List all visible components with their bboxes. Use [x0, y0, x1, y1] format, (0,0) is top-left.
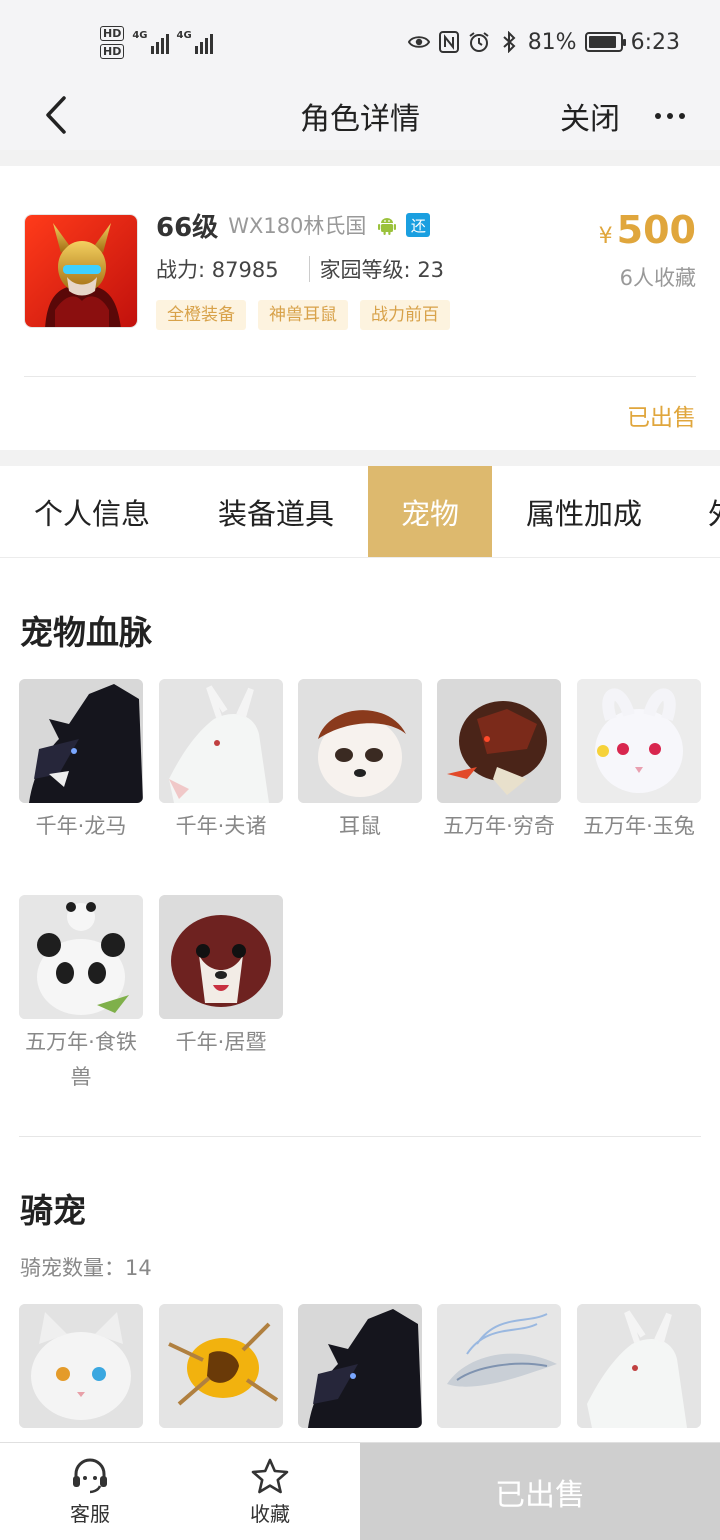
- section-divider: [19, 1136, 701, 1137]
- more-button[interactable]: [648, 94, 692, 138]
- sale-status: 已出售: [627, 405, 696, 431]
- mount-count: 骑宠数量：14: [20, 1252, 152, 1282]
- pet-name: 耳鼠: [339, 814, 381, 838]
- price-amount: 500: [616, 208, 696, 252]
- currency-symbol: ¥: [598, 224, 613, 249]
- eye-icon: [407, 31, 430, 53]
- golden-beast-icon: [159, 1304, 283, 1428]
- favorite-count: 6人收藏: [619, 266, 696, 290]
- pet-card[interactable]: 五万年·食铁兽: [19, 895, 143, 1095]
- jade-rabbit-icon: [577, 679, 701, 803]
- price: ¥ 500: [599, 208, 696, 252]
- dragon-horse-icon: [298, 1304, 422, 1428]
- headset-icon: [73, 1458, 107, 1493]
- pet-card[interactable]: 耳鼠: [298, 679, 422, 844]
- mount-card[interactable]: [298, 1304, 422, 1428]
- mount-card[interactable]: [437, 1304, 561, 1428]
- star-icon: [251, 1458, 289, 1493]
- mount-count-value: 14: [125, 1256, 152, 1280]
- pet-card[interactable]: 千年·夫诸: [159, 679, 283, 844]
- mount-card[interactable]: [19, 1304, 143, 1428]
- divider: [308, 256, 310, 282]
- tab-attributes[interactable]: 属性加成: [492, 466, 676, 557]
- back-button[interactable]: [34, 90, 78, 140]
- nfc-icon: [438, 31, 460, 53]
- pet-card[interactable]: 千年·居暨: [159, 895, 283, 1060]
- tab-equipment[interactable]: 装备道具: [184, 466, 368, 557]
- clock: 6:23: [630, 29, 680, 55]
- favorite-button[interactable]: 收藏: [180, 1443, 360, 1540]
- status-icons: 81% 6:23: [407, 24, 680, 60]
- tag: 战力前百: [360, 300, 450, 330]
- tab-pets[interactable]: 宠物: [368, 466, 492, 557]
- customer-service-label: 客服: [70, 1501, 110, 1526]
- white-deer-icon: [159, 679, 283, 803]
- sold-out-button[interactable]: 已出售: [360, 1443, 720, 1540]
- pet-name: 五万年·穷奇: [443, 814, 555, 838]
- favorite-label: 收藏: [250, 1501, 290, 1526]
- role-card[interactable]: 66级 WX180林氏国 还 战力: 87985 家园等级: 23 全橙装备 神…: [0, 166, 720, 450]
- chevron-left-icon: [46, 96, 66, 134]
- pet-card[interactable]: 五万年·穷奇: [437, 679, 561, 844]
- panda-icon: [19, 895, 143, 1019]
- tab-personal-info[interactable]: 个人信息: [0, 466, 184, 557]
- tab-more[interactable]: 外: [690, 466, 720, 557]
- more-dots-icon: [655, 113, 685, 119]
- spacer: [0, 450, 720, 466]
- android-icon: [378, 218, 397, 235]
- battery-percent: 81%: [527, 29, 577, 55]
- signal-icon-2: 4G: [177, 30, 213, 54]
- return-badge: 还: [406, 213, 431, 237]
- tab-bar: 个人信息 装备道具 宠物 属性加成 外: [0, 466, 720, 558]
- pet-name: 千年·居暨: [175, 1030, 267, 1054]
- battery-icon: [584, 32, 626, 52]
- ear-mouse-icon: [298, 679, 422, 803]
- signal-group: HD HD 4G 4G: [100, 20, 213, 64]
- qiongqi-beast-icon: [437, 679, 561, 803]
- hd-badge-1: HD: [100, 25, 125, 41]
- pet-card[interactable]: 五万年·玉兔: [577, 679, 701, 844]
- bluetooth-icon: [498, 31, 520, 53]
- white-deer-icon: [577, 1304, 701, 1428]
- role-avatar: [24, 214, 138, 328]
- server-name: WX180林氏国: [228, 214, 367, 238]
- pet-name: 五万年·玉兔: [583, 814, 695, 838]
- pets-section-title: 宠物血脉: [20, 613, 152, 652]
- tag: 全橙装备: [156, 300, 246, 330]
- customer-service-button[interactable]: 客服: [0, 1443, 180, 1540]
- signal-icon-1: 4G: [132, 30, 169, 54]
- bottom-bar: 客服 收藏 已出售: [0, 1442, 720, 1540]
- tag-list: 全橙装备 神兽耳鼠 战力前百: [156, 300, 596, 330]
- pet-name: 千年·龙马: [35, 814, 127, 838]
- pet-name: 千年·夫诸: [175, 814, 267, 838]
- red-weasel-icon: [159, 895, 283, 1019]
- pet-name: 五万年·食铁兽: [25, 1030, 137, 1089]
- home-level: 家园等级: 23: [319, 258, 445, 282]
- combat-power: 战力: 87985: [156, 258, 279, 282]
- role-level: 66级: [156, 212, 219, 243]
- alarm-icon: [468, 31, 490, 53]
- nav-bar: 角色详情 关闭: [0, 80, 720, 150]
- role-info: 66级 WX180林氏国 还 战力: 87985 家园等级: 23 全橙装备 神…: [156, 206, 596, 330]
- white-cat-icon: [19, 1304, 143, 1428]
- dragon-horse-icon: [19, 679, 143, 803]
- mounts-section-title: 骑宠: [20, 1191, 86, 1230]
- mount-card[interactable]: [159, 1304, 283, 1428]
- spacer: [0, 150, 720, 166]
- status-bar: HD HD 4G 4G 81% 6:23: [0, 0, 720, 80]
- pet-card[interactable]: 千年·龙马: [19, 679, 143, 844]
- close-button[interactable]: 关闭: [560, 94, 620, 138]
- divider: [24, 376, 696, 377]
- mount-count-label: 骑宠数量：: [20, 1256, 125, 1280]
- tag: 神兽耳鼠: [258, 300, 348, 330]
- crystal-fish-icon: [437, 1304, 561, 1428]
- hd-badge-2: HD: [100, 43, 125, 59]
- mount-card[interactable]: [577, 1304, 701, 1428]
